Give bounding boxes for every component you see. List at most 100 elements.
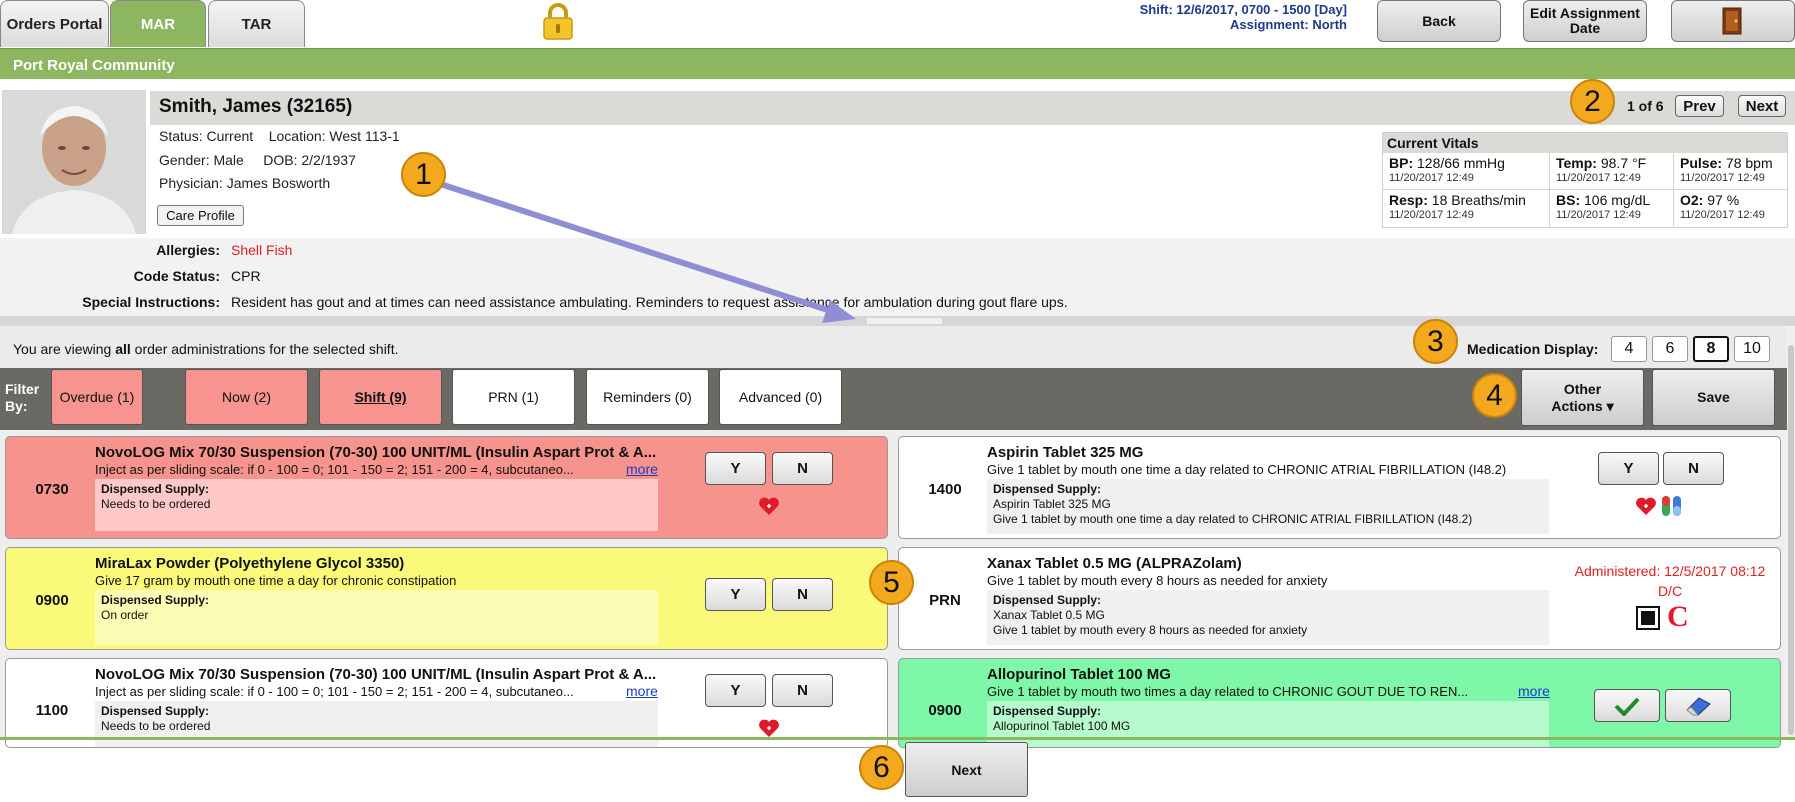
med-card[interactable]: 0730 NovoLOG Mix 70/30 Suspension (70-30…: [5, 436, 888, 539]
patient-status: Status: Current Location: West 113-1: [159, 128, 400, 144]
vital-bp: BP: 128/66 mmHg 11/20/2017 12:49: [1383, 153, 1550, 190]
med-display-8[interactable]: 8: [1693, 336, 1729, 362]
med-display-4[interactable]: 4: [1611, 336, 1647, 362]
next-patient-button[interactable]: Next: [1738, 95, 1786, 117]
med-desc: Give 1 tablet by mouth one time a day re…: [987, 462, 1507, 477]
patient-gender-dob: Gender: Male DOB: 2/2/1937: [159, 152, 356, 168]
more-link[interactable]: more: [626, 683, 658, 699]
community-name: Port Royal Community: [13, 57, 175, 74]
callout-1: 1: [401, 152, 446, 197]
filter-prn[interactable]: PRN (1): [452, 369, 575, 425]
yes-button[interactable]: Y: [1598, 452, 1659, 485]
dispensed-supply: Dispensed Supply: Needs to be ordered: [95, 479, 658, 531]
callout-6: 6: [859, 745, 904, 790]
med-name: Allopurinol Tablet 100 MG: [987, 666, 1171, 683]
no-button[interactable]: N: [1663, 452, 1724, 485]
vital-bs: BS: 106 mg/dL 11/20/2017 12:49: [1550, 190, 1674, 227]
med-card[interactable]: 0900 Allopurinol Tablet 100 MG Give 1 ta…: [898, 658, 1781, 748]
patient-physician: Physician: James Bosworth: [159, 175, 331, 191]
med-desc: Inject as per sliding scale: if 0 - 100 …: [95, 684, 574, 699]
yes-button[interactable]: Y: [705, 452, 766, 485]
filter-reminders[interactable]: Reminders (0): [586, 369, 709, 425]
med-display-6[interactable]: 6: [1652, 336, 1688, 362]
code-status-value: CPR: [231, 268, 261, 284]
filter-overdue[interactable]: Overdue (1): [51, 369, 143, 425]
prev-button[interactable]: Prev: [1675, 95, 1724, 117]
med-time: 0900: [928, 702, 962, 719]
vitals-title: Current Vitals: [1383, 133, 1787, 153]
patient-photo: [2, 90, 146, 234]
tab-mar[interactable]: MAR: [110, 0, 206, 47]
tab-tar[interactable]: TAR: [208, 0, 305, 47]
med-name: NovoLOG Mix 70/30 Suspension (70-30) 100…: [95, 666, 657, 683]
exit-door-icon: [1722, 7, 1742, 35]
filter-advanced[interactable]: Advanced (0): [719, 369, 842, 425]
no-button[interactable]: N: [772, 578, 833, 611]
callout-4: 4: [1472, 373, 1517, 418]
shift-info: Shift: 12/6/2017, 0700 - 1500 [Day] Assi…: [1140, 2, 1347, 32]
med-time: 0730: [35, 481, 69, 498]
dispensed-supply: Dispensed Supply: Aspirin Tablet 325 MG …: [987, 479, 1549, 534]
med-name: MiraLax Powder (Polyethylene Glycol 3350…: [95, 555, 405, 572]
med-time: 0900: [35, 592, 69, 609]
med-time: 1400: [928, 481, 962, 498]
dispensed-supply: Dispensed Supply: Xanax Tablet 0.5 MG Gi…: [987, 590, 1549, 645]
patient-name-bar: [150, 91, 1795, 125]
filter-now[interactable]: Now (2): [185, 369, 308, 425]
padlock-icon[interactable]: [541, 2, 575, 40]
bottom-divider: [0, 737, 1795, 740]
erase-button[interactable]: [1665, 689, 1731, 722]
code-status-label: Code Status:: [133, 268, 220, 284]
exit-button[interactable]: [1671, 0, 1795, 42]
filter-shift[interactable]: Shift (9): [319, 369, 442, 425]
med-card[interactable]: 1100 NovoLOG Mix 70/30 Suspension (70-30…: [5, 658, 888, 748]
med-desc: Give 1 tablet by mouth every 8 hours as …: [987, 573, 1328, 588]
med-name: Aspirin Tablet 325 MG: [987, 444, 1144, 461]
pills-icon[interactable]: [1660, 493, 1684, 519]
med-card[interactable]: 1400 Aspirin Tablet 325 MG Give 1 tablet…: [898, 436, 1781, 539]
med-display-10[interactable]: 10: [1734, 336, 1770, 362]
back-button[interactable]: Back: [1377, 0, 1501, 42]
med-name: NovoLOG Mix 70/30 Suspension (70-30) 100…: [95, 444, 657, 461]
yes-button[interactable]: Y: [705, 674, 766, 707]
edit-assignment-date-button[interactable]: Edit Assignment Date: [1523, 0, 1647, 42]
no-button[interactable]: N: [772, 452, 833, 485]
community-bar: Port Royal Community: [0, 48, 1795, 79]
yes-button[interactable]: Y: [705, 578, 766, 611]
stop-square-icon[interactable]: [1636, 606, 1660, 630]
care-profile-button[interactable]: Care Profile: [157, 205, 244, 226]
med-card[interactable]: PRN Xanax Tablet 0.5 MG (ALPRAZolam) Giv…: [898, 547, 1781, 650]
save-button[interactable]: Save: [1652, 369, 1775, 426]
more-link[interactable]: more: [1518, 683, 1550, 699]
splitter-handle[interactable]: [867, 318, 942, 324]
med-card[interactable]: 0900 MiraLax Powder (Polyethylene Glycol…: [5, 547, 888, 650]
other-actions-button[interactable]: Other Actions ▾: [1521, 369, 1644, 426]
med-name: Xanax Tablet 0.5 MG (ALPRAZolam): [987, 555, 1242, 572]
tab-orders-portal[interactable]: Orders Portal: [0, 0, 109, 47]
medication-scroll-thumb[interactable]: [1788, 345, 1794, 735]
med-desc: Inject as per sliding scale: if 0 - 100 …: [95, 462, 574, 477]
more-link[interactable]: more: [626, 461, 658, 477]
patient-info-band: Allergies: Shell Fish Code Status: CPR S…: [0, 238, 1795, 316]
allergies-label: Allergies:: [156, 242, 220, 258]
callout-5: 5: [869, 560, 914, 605]
next-button[interactable]: Next: [905, 742, 1028, 797]
patient-name: Smith, James (32165): [159, 96, 353, 117]
callout-2: 2: [1570, 79, 1615, 124]
eraser-icon: [1686, 696, 1711, 716]
viewing-text: You are viewing all order administration…: [13, 341, 399, 357]
callout-3: 3: [1413, 319, 1458, 364]
heart-plus-icon[interactable]: [1635, 495, 1657, 517]
dispensed-supply: Dispensed Supply: On order: [95, 590, 658, 645]
checkmark-icon: [1614, 697, 1640, 716]
heart-plus-icon[interactable]: [758, 717, 780, 739]
filter-label: Filter By:: [5, 381, 40, 414]
no-button[interactable]: N: [772, 674, 833, 707]
heart-plus-icon[interactable]: [758, 495, 780, 517]
med-desc: Give 1 tablet by mouth two times a day r…: [987, 684, 1469, 699]
administer-check-button[interactable]: [1594, 689, 1660, 722]
controlled-substance-icon: C: [1667, 600, 1689, 633]
special-instructions-label: Special Instructions:: [82, 294, 220, 310]
vital-pulse: Pulse: 78 bpm 11/20/2017 12:49: [1674, 153, 1787, 190]
vital-resp: Resp: 18 Breaths/min 11/20/2017 12:49: [1383, 190, 1550, 227]
